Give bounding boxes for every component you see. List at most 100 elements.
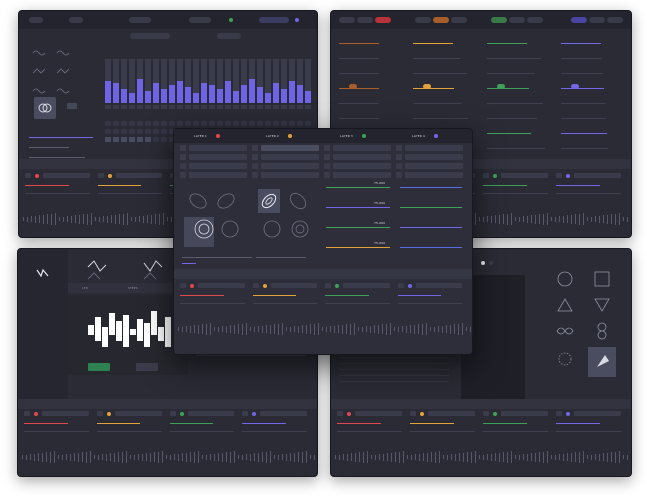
lfo-step[interactable] xyxy=(95,317,101,341)
param-line[interactable] xyxy=(561,88,604,89)
param-chip[interactable] xyxy=(423,84,431,89)
param-chip[interactable] xyxy=(497,84,505,89)
readout-bar[interactable] xyxy=(326,207,390,208)
track-select[interactable] xyxy=(343,283,390,288)
track-level[interactable] xyxy=(556,185,600,186)
step-cell[interactable] xyxy=(273,105,279,109)
track-select[interactable] xyxy=(115,173,162,178)
step-cell[interactable] xyxy=(153,105,159,109)
param-select[interactable] xyxy=(405,172,463,178)
step-cell[interactable] xyxy=(201,105,207,109)
step-bar[interactable] xyxy=(137,79,143,103)
step-cell[interactable] xyxy=(153,137,159,142)
track-level[interactable] xyxy=(252,303,317,304)
step-bar[interactable] xyxy=(169,85,175,103)
step-cell[interactable] xyxy=(137,121,143,126)
step-bar[interactable] xyxy=(153,83,159,103)
param-select[interactable] xyxy=(261,163,319,169)
step-cell[interactable] xyxy=(113,105,119,109)
track-level[interactable] xyxy=(252,295,296,296)
track-level[interactable] xyxy=(169,431,235,432)
param-line[interactable] xyxy=(561,43,601,44)
param-line[interactable] xyxy=(413,88,454,89)
step-cell[interactable] xyxy=(241,105,247,109)
track-select[interactable] xyxy=(574,411,621,416)
param-chip[interactable] xyxy=(571,84,579,89)
step-bar[interactable] xyxy=(121,89,127,103)
step-bar[interactable] xyxy=(257,87,263,103)
toolbar-button[interactable] xyxy=(129,17,151,23)
track-button[interactable] xyxy=(410,411,416,416)
param-select[interactable] xyxy=(189,172,247,178)
track-select[interactable] xyxy=(187,411,235,416)
step-cell[interactable] xyxy=(225,121,231,126)
param-select[interactable] xyxy=(333,163,391,169)
track-level[interactable] xyxy=(97,193,162,194)
lfo-step[interactable] xyxy=(109,313,115,335)
step-cell[interactable] xyxy=(257,121,263,126)
track-level[interactable] xyxy=(325,295,369,296)
readout-bar[interactable] xyxy=(400,207,462,208)
step-bar[interactable] xyxy=(281,89,287,103)
track-level[interactable] xyxy=(180,295,224,296)
param-button[interactable] xyxy=(180,172,186,178)
readout-bar[interactable] xyxy=(400,247,462,248)
tab-button[interactable] xyxy=(451,17,467,23)
track-level[interactable] xyxy=(483,185,527,186)
track-level[interactable] xyxy=(337,431,402,432)
param-select[interactable] xyxy=(405,145,463,151)
param-button[interactable] xyxy=(324,163,330,169)
step-bar[interactable] xyxy=(201,83,207,103)
readout-bar[interactable] xyxy=(400,187,462,188)
param-line[interactable] xyxy=(487,103,543,104)
step-bar[interactable] xyxy=(193,93,199,103)
step-cell[interactable] xyxy=(137,137,143,142)
param-line[interactable] xyxy=(339,103,379,104)
track-select[interactable] xyxy=(43,173,90,178)
param-select[interactable] xyxy=(405,163,463,169)
param-select[interactable] xyxy=(333,145,391,151)
tab-lfo[interactable]: LFO xyxy=(82,286,88,290)
lfo-step[interactable] xyxy=(151,311,157,335)
param-button[interactable] xyxy=(252,154,258,160)
step-cell[interactable] xyxy=(177,105,183,109)
step-bar[interactable] xyxy=(161,89,167,103)
step-cell[interactable] xyxy=(209,105,215,109)
track-button[interactable] xyxy=(252,283,259,288)
step-bar[interactable] xyxy=(105,81,111,103)
step-bar[interactable] xyxy=(297,85,303,103)
track-button[interactable] xyxy=(25,173,31,178)
step-cell[interactable] xyxy=(145,121,151,126)
step-cell[interactable] xyxy=(105,129,111,134)
track-select[interactable] xyxy=(270,283,317,288)
step-cell[interactable] xyxy=(265,121,271,126)
step-cell[interactable] xyxy=(289,121,295,126)
slider-track[interactable] xyxy=(29,157,85,158)
readout-bar[interactable] xyxy=(326,187,390,188)
param-line[interactable] xyxy=(413,103,461,104)
track-button[interactable] xyxy=(337,411,343,416)
param-line[interactable] xyxy=(561,148,608,149)
param-line[interactable] xyxy=(339,58,379,59)
lfo-step[interactable] xyxy=(123,315,129,347)
step-cell[interactable] xyxy=(137,129,143,134)
tab-button[interactable] xyxy=(527,17,543,23)
lfo-step[interactable] xyxy=(102,327,108,347)
param-line[interactable] xyxy=(561,58,602,59)
param-select[interactable] xyxy=(189,163,247,169)
step-bar[interactable] xyxy=(233,91,239,103)
track-select[interactable] xyxy=(574,173,621,178)
param-line[interactable] xyxy=(413,43,453,44)
step-bar[interactable] xyxy=(113,83,119,103)
track-level[interactable] xyxy=(25,185,69,186)
param-chip[interactable] xyxy=(349,84,357,89)
track-level[interactable] xyxy=(24,423,68,424)
tab-steps[interactable]: STEPS xyxy=(128,286,138,290)
toolbar-button[interactable] xyxy=(29,17,43,23)
param-button[interactable] xyxy=(396,145,402,151)
step-bar[interactable] xyxy=(249,79,255,103)
track-select[interactable] xyxy=(198,283,245,288)
param-button[interactable] xyxy=(396,172,402,178)
layer-4-label[interactable]: LAYER 4 xyxy=(412,134,425,138)
track-select[interactable] xyxy=(114,411,162,416)
